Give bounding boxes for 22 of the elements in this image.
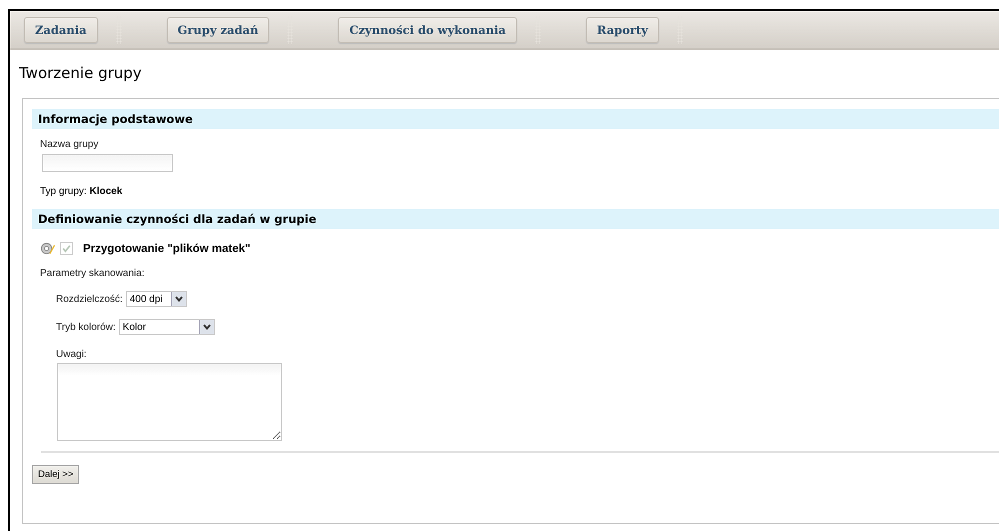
params-label: Parametry skanowania: (40, 268, 146, 279)
notes-field[interactable] (57, 363, 282, 441)
next-button[interactable]: Dalej >> (32, 465, 80, 484)
nav-tab[interactable]: Czynności do wykonania (338, 16, 517, 42)
dropdown-icon (202, 322, 212, 332)
dropdown-icon (174, 294, 184, 304)
field-label: Tryb kolorów: (56, 322, 116, 332)
nav-tab[interactable]: Grupy zadań (166, 16, 270, 42)
section-header: Definiowanie czynności dla zadań w grupie (32, 209, 999, 229)
field-label: Uwagi: (56, 349, 88, 360)
field-label: Rozdzielczość: (56, 294, 123, 304)
resolution-select[interactable]: 400 dpi (126, 291, 187, 307)
gear-icon (40, 241, 55, 256)
nav-tab[interactable]: Zadania (24, 16, 98, 42)
task-label: Przygotowanie "plików matek" (83, 242, 250, 254)
color-mode-select[interactable]: Kolor (118, 319, 215, 335)
page-title: Tworzenie grupy (19, 64, 143, 84)
group-type-text: Typ grupy: Klocek (40, 186, 124, 197)
section-header: Informacje podstawowe (32, 109, 999, 129)
field-label: Nazwa grupy (40, 139, 100, 150)
input-field[interactable] (42, 154, 173, 172)
nav-tab[interactable]: Raporty (586, 16, 659, 42)
